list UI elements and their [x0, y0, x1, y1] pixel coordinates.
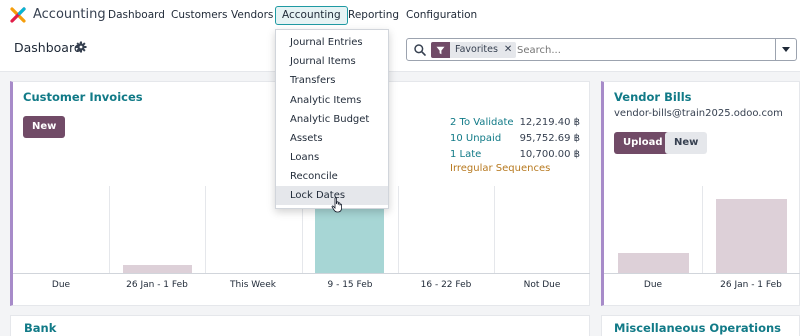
bar-due[interactable] [618, 253, 689, 273]
nav-dashboard[interactable]: Dashboard [101, 6, 172, 25]
vendor-bills-email: vendor-bills@train2025.odoo.com [614, 108, 783, 119]
app-name[interactable]: Accounting [33, 7, 106, 22]
menu-item-reconcile[interactable]: Reconcile [276, 167, 388, 186]
bar-26-jan-1-feb[interactable] [123, 265, 192, 273]
menu-item-transfers[interactable]: Transfers [276, 71, 388, 90]
misc-operations-card: Miscellaneous Operations [601, 315, 800, 336]
menu-item-journal-items[interactable]: Journal Items [276, 52, 388, 71]
x-tick-label: 26 Jan - 1 Feb [720, 280, 782, 290]
search-icon [414, 44, 426, 56]
stat-late[interactable]: 1 Late [450, 149, 481, 160]
bar-9-15-feb[interactable] [315, 199, 384, 273]
hand-pointer-icon [331, 197, 342, 213]
facet-label: Favorites [455, 44, 498, 55]
upload-button[interactable]: Upload [614, 132, 672, 154]
x-tick-label: 9 - 15 Feb [327, 280, 373, 290]
grid-line [702, 186, 703, 273]
bank-card: Bank [10, 315, 590, 336]
bar-26-jan-1-feb[interactable] [716, 199, 787, 273]
chart-baseline [13, 273, 590, 274]
accounting-menu: Journal Entries Journal Items Transfers … [275, 29, 389, 209]
menu-item-loans[interactable]: Loans [276, 148, 388, 167]
card-title[interactable]: Bank [24, 321, 56, 335]
search-input[interactable] [517, 42, 767, 58]
vendor-bills-chart: Due 26 Jan - 1 Feb [604, 186, 800, 306]
stat-unpaid-value: 95,752.69 ฿ [519, 133, 580, 144]
grid-line [494, 186, 495, 273]
grid-line [398, 186, 399, 273]
nav-vendors[interactable]: Vendors [224, 6, 280, 25]
x-tick-label: Not Due [523, 280, 561, 290]
filter-icon [431, 42, 450, 58]
favorites-facet: Favorites ✕ [431, 42, 517, 58]
control-panel: Dashboard Favorites ✕ [0, 30, 800, 72]
gear-icon[interactable] [75, 41, 87, 53]
x-tick-label: 26 Jan - 1 Feb [126, 280, 188, 290]
close-icon[interactable]: ✕ [503, 42, 516, 58]
menu-item-analytic-items[interactable]: Analytic Items [276, 91, 388, 110]
card-title[interactable]: Customer Invoices [23, 90, 143, 104]
search-bar[interactable]: Favorites ✕ [406, 38, 797, 61]
new-bill-button[interactable]: New [665, 132, 708, 154]
menu-item-journal-entries[interactable]: Journal Entries [276, 33, 388, 52]
x-tick-label: This Week [230, 280, 276, 290]
menu-item-analytic-budget[interactable]: Analytic Budget [276, 110, 388, 129]
card-title[interactable]: Vendor Bills [614, 90, 692, 104]
page-title: Dashboard [14, 40, 82, 55]
chart-baseline [604, 273, 800, 274]
nav-accounting[interactable]: Accounting [275, 6, 348, 25]
vendor-bills-card: Vendor Bills vendor-bills@train2025.odoo… [601, 81, 800, 306]
stat-late-value: 10,700.00 ฿ [519, 149, 580, 160]
menu-item-assets[interactable]: Assets [276, 129, 388, 148]
grid-line [109, 186, 110, 273]
card-title[interactable]: Miscellaneous Operations [614, 321, 781, 335]
top-navbar: Accounting Dashboard Customers Vendors A… [0, 0, 800, 30]
nav-reporting[interactable]: Reporting [341, 6, 406, 25]
x-tick-label: Due [51, 280, 71, 290]
x-tick-label: Due [643, 280, 663, 290]
stat-to-validate-value: 12,219.40 ฿ [519, 117, 580, 128]
grid-line [205, 186, 206, 273]
irregular-sequences-link[interactable]: Irregular Sequences [450, 163, 550, 174]
new-invoice-button[interactable]: New [23, 116, 66, 138]
accounting-app-icon[interactable] [10, 7, 26, 23]
nav-configuration[interactable]: Configuration [399, 6, 484, 25]
chevron-down-icon[interactable] [775, 39, 796, 60]
x-tick-label: 16 - 22 Feb [420, 280, 472, 290]
